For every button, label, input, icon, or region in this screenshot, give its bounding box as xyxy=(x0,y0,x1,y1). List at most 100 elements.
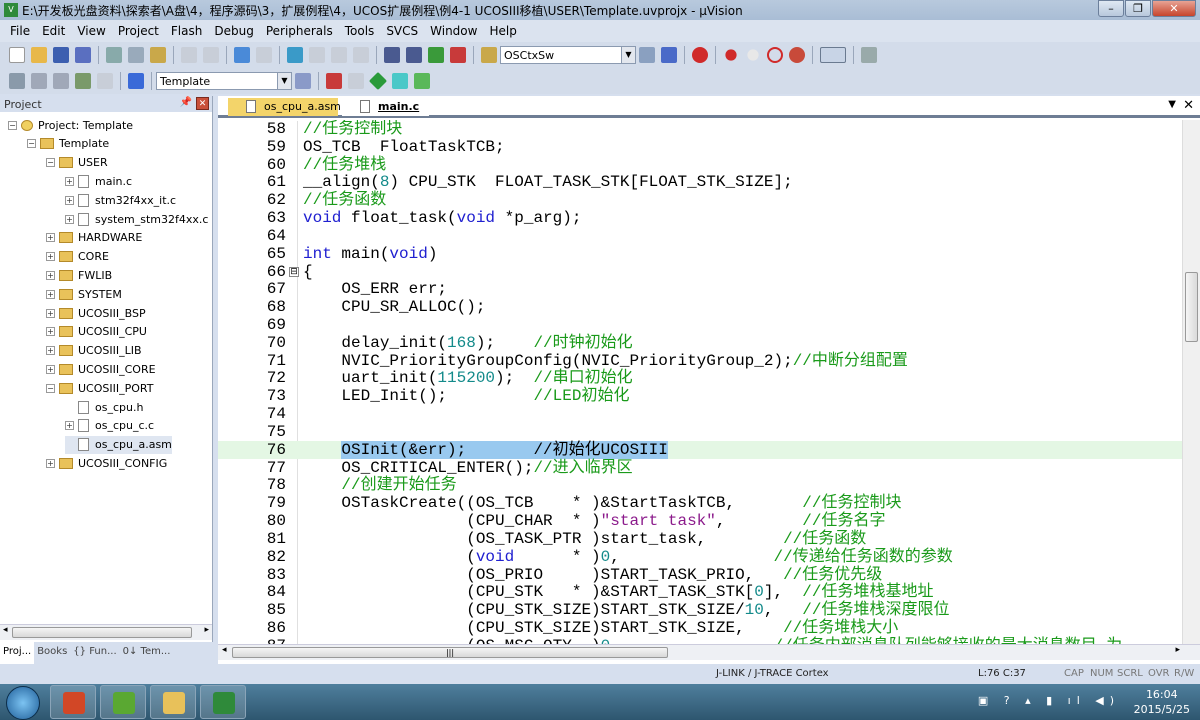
code-line[interactable]: 65 int main(void) xyxy=(218,245,1182,263)
breakpoint-icon[interactable] xyxy=(725,49,737,61)
tree-folder[interactable]: + UCOSIII_CPU xyxy=(46,323,147,341)
prev-bookmark-icon[interactable] xyxy=(309,47,325,63)
tree-folder[interactable]: + UCOSIII_CONFIG xyxy=(46,454,167,472)
tree-folder[interactable]: − UCOSIII_PORT xyxy=(46,379,153,397)
disable-breakpoint-icon[interactable] xyxy=(747,49,759,61)
taskbar-app-green[interactable] xyxy=(100,685,146,719)
code-line[interactable]: 79 OSTaskCreate((OS_TCB * )&StartTaskTCB… xyxy=(218,494,1182,512)
tree-file[interactable]: + system_stm32f4xx.c xyxy=(65,210,208,228)
next-bookmark-icon[interactable] xyxy=(331,47,347,63)
panel-tab-1[interactable]: Books xyxy=(34,642,70,664)
save-all-icon[interactable] xyxy=(75,47,91,63)
code-line[interactable]: 68 CPU_SR_ALLOC(); xyxy=(218,298,1182,316)
taskbar-uvision[interactable] xyxy=(200,685,246,719)
menu-help[interactable]: Help xyxy=(483,24,522,38)
unindent-icon[interactable] xyxy=(406,47,422,63)
find-in-files-icon[interactable] xyxy=(481,47,497,63)
tree-folder[interactable]: + FWLIB xyxy=(46,266,112,284)
tab-list-icon[interactable]: ▼ xyxy=(1168,99,1176,110)
tree-file[interactable]: + stm32f4xx_it.c xyxy=(65,191,176,209)
menu-project[interactable]: Project xyxy=(112,24,165,38)
menu-svcs[interactable]: SVCS xyxy=(380,24,424,38)
cut-icon[interactable] xyxy=(106,47,122,63)
start-button[interactable] xyxy=(6,686,40,720)
configure-icon[interactable] xyxy=(861,47,877,63)
translate-icon[interactable] xyxy=(9,73,25,89)
code-line[interactable]: 69 xyxy=(218,316,1182,334)
expand-toggle-icon[interactable]: + xyxy=(46,346,55,356)
tree-file[interactable]: + os_cpu_c.c xyxy=(65,417,154,435)
panel-close-button[interactable]: ✕ xyxy=(196,97,209,110)
panel-tab-3[interactable]: 0↓ Tem... xyxy=(120,642,174,664)
minimize-button[interactable]: – xyxy=(1098,0,1124,17)
code-line[interactable]: 87 (OS_MSG_QTY )0, //任务内部消息队列能够接收的最大消息数目… xyxy=(218,637,1182,644)
code-line[interactable]: 62 //任务函数 xyxy=(218,191,1182,209)
expand-toggle-icon[interactable]: − xyxy=(46,158,55,168)
expand-toggle-icon[interactable]: + xyxy=(46,289,55,299)
expand-toggle-icon[interactable]: + xyxy=(65,195,74,205)
uncomment-icon[interactable] xyxy=(450,47,466,63)
close-button[interactable]: ✕ xyxy=(1152,0,1196,17)
clear-bookmarks-icon[interactable] xyxy=(353,47,369,63)
expand-toggle-icon[interactable]: + xyxy=(46,458,55,468)
code-editor[interactable]: os_cpu_a.asm main.c ▼ ✕ 58 //任务控制块 59 OS_TC… xyxy=(218,96,1200,664)
indent-icon[interactable] xyxy=(384,47,400,63)
tree-folder[interactable]: + HARDWARE xyxy=(46,229,142,247)
copy-icon[interactable] xyxy=(128,47,144,63)
taskbar-powerpoint[interactable] xyxy=(50,685,96,719)
menu-peripherals[interactable]: Peripherals xyxy=(260,24,339,38)
code-line[interactable]: 66 ⊟ { xyxy=(218,263,1182,281)
pack-manager-icon[interactable] xyxy=(414,73,430,89)
editor-vscrollbar[interactable] xyxy=(1182,120,1200,644)
code-line[interactable]: 60 //任务堆栈 xyxy=(218,156,1182,174)
undo-icon[interactable] xyxy=(181,47,197,63)
kill-breakpoints-icon[interactable] xyxy=(789,47,805,63)
bookmark-icon[interactable] xyxy=(287,47,303,63)
project-hscrollbar[interactable]: ◂ ▸ xyxy=(0,624,212,640)
close-tab-icon[interactable]: ✕ xyxy=(1183,98,1194,113)
tree-folder[interactable]: + SYSTEM xyxy=(46,285,122,303)
tree-folder[interactable]: + CORE xyxy=(46,248,109,266)
menu-file[interactable]: File xyxy=(4,24,36,38)
code-line[interactable]: 72 uart_init(115200); //串口初始化 xyxy=(218,369,1182,387)
expand-toggle-icon[interactable]: + xyxy=(46,308,55,318)
menu-window[interactable]: Window xyxy=(424,24,483,38)
collapse-icon[interactable]: ⊟ xyxy=(289,266,299,277)
code-line[interactable]: 78 //创建开始任务 xyxy=(218,476,1182,494)
expand-toggle-icon[interactable]: + xyxy=(65,214,74,224)
download-load-icon[interactable] xyxy=(128,73,144,89)
tree-file[interactable]: os_cpu_a.asm xyxy=(65,435,172,454)
tree-folder[interactable]: + UCOSIII_LIB xyxy=(46,342,142,360)
code-line[interactable]: 76 OSInit(&err); //初始化UCOSIII xyxy=(218,440,1182,459)
chevron-down-icon[interactable]: ▼ xyxy=(277,73,291,89)
panel-tab-0[interactable]: Proj... xyxy=(0,642,35,664)
code-line[interactable]: 81 (OS_TASK_PTR )start_task, //任务函数 xyxy=(218,530,1182,548)
taskbar-explorer[interactable] xyxy=(150,685,196,719)
code-line[interactable]: 83 (OS_PRIO )START_TASK_PRIO, //任务优先级 xyxy=(218,566,1182,584)
incremental-find-icon[interactable] xyxy=(661,47,677,63)
editor-hscrollbar[interactable]: ◂ ||| ▸ xyxy=(218,644,1200,660)
expand-toggle-icon[interactable]: + xyxy=(65,421,74,431)
chevron-down-icon[interactable]: ▼ xyxy=(621,47,635,63)
code-line[interactable]: 59 OS_TCB FloatTaskTCB; xyxy=(218,138,1182,156)
expand-toggle-icon[interactable]: + xyxy=(46,233,55,243)
menu-tools[interactable]: Tools xyxy=(339,24,381,38)
navigate-forward-icon[interactable] xyxy=(256,47,272,63)
target-combo[interactable]: Template ▼ xyxy=(156,72,292,90)
tab-main-c[interactable]: main.c xyxy=(342,98,430,116)
manage-components-icon[interactable] xyxy=(326,73,342,89)
tree-file[interactable]: + main.c xyxy=(65,172,132,190)
tree-folder[interactable]: − USER xyxy=(46,154,108,172)
menu-flash[interactable]: Flash xyxy=(165,24,208,38)
code-line[interactable]: 80 (CPU_CHAR * )"start task", //任务名字 xyxy=(218,512,1182,530)
build-icon[interactable] xyxy=(31,73,47,89)
code-line[interactable]: 85 (CPU_STK_SIZE)START_STK_SIZE/10, //任务… xyxy=(218,601,1182,619)
select-packs-icon[interactable] xyxy=(348,73,364,89)
code-line[interactable]: 63 void float_task(void *p_arg); xyxy=(218,209,1182,227)
code-line[interactable]: 58 //任务控制块 xyxy=(218,120,1182,138)
disable-all-breakpoints-icon[interactable] xyxy=(767,47,783,63)
code-lines[interactable]: 58//任务控制块 59 OS_TCB FloatTaskTCB; 60//任务堆栈 6… xyxy=(218,120,1182,644)
expand-toggle-icon[interactable]: + xyxy=(46,252,55,262)
find-combo[interactable]: OSCtxSw ▼ xyxy=(500,46,636,64)
expand-toggle-icon[interactable]: + xyxy=(46,270,55,280)
